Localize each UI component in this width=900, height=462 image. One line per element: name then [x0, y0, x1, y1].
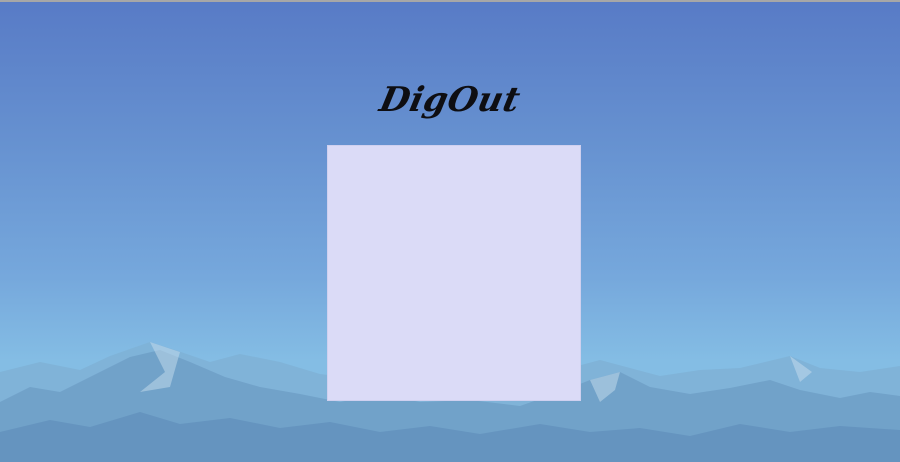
game-title: DigOut — [376, 80, 524, 120]
app-page: DigOut — [0, 0, 900, 462]
game-board[interactable] — [327, 145, 581, 401]
